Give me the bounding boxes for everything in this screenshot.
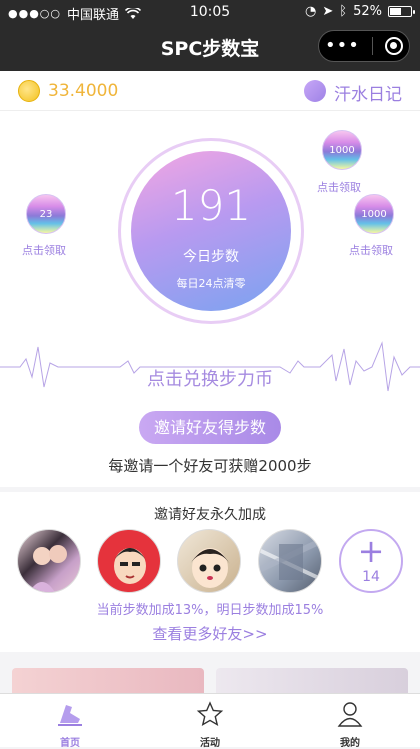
rotation-lock-icon: ◔	[305, 4, 317, 19]
step-ring[interactable]: 191 今日步数 每日24点清零	[118, 138, 304, 324]
status-bar: ●●●○○ 中国联通 10:05 ◔ ➤ ᛒ 52%	[0, 0, 420, 24]
step-panel: 191 今日步数 每日24点清零 1000 点击领取 23 点击领取 1000 …	[0, 111, 420, 487]
home-shoe-icon	[58, 705, 82, 726]
promo-cards	[0, 656, 420, 698]
friend-avatar[interactable]	[258, 529, 322, 593]
friends-title: 邀请好友永久加成	[154, 507, 266, 523]
more-icon[interactable]: •••	[325, 37, 360, 55]
claim-label[interactable]: 点击领取	[22, 242, 66, 258]
bluetooth-icon: ᛒ	[339, 4, 348, 19]
invite-button[interactable]: 邀请好友得步数	[139, 411, 281, 444]
friend-count: 14	[362, 569, 380, 585]
tab-bar: 首页 活动 我的	[0, 693, 420, 749]
location-icon: ➤	[322, 4, 334, 19]
tab-profile[interactable]: 我的	[280, 694, 420, 749]
battery-percent: 52%	[353, 4, 382, 19]
mini-program-capsule: •••	[318, 30, 410, 62]
bonus-description: 当前步数加成13%，明日步数加成15%	[96, 603, 324, 618]
more-friends-button[interactable]: + 14	[339, 529, 403, 593]
sweat-diary-link[interactable]: 汗水日记	[334, 80, 402, 105]
user-icon	[337, 702, 363, 727]
diary-icon[interactable]	[304, 80, 326, 102]
close-miniprogram-icon[interactable]	[384, 37, 403, 55]
reset-note: 每日24点清零	[176, 277, 246, 290]
capsule-divider	[371, 37, 373, 55]
friend-avatar[interactable]	[97, 529, 161, 593]
friend-avatar[interactable]	[177, 529, 241, 593]
reward-bubble[interactable]: 1000	[354, 194, 394, 234]
star-icon	[196, 701, 224, 727]
reward-bubble[interactable]: 1000	[322, 130, 362, 170]
claim-label[interactable]: 点击领取	[349, 242, 393, 258]
coin-balance[interactable]: 33.4000	[48, 81, 118, 101]
coin-icon	[18, 80, 40, 102]
friends-panel: 邀请好友永久加成 + 14 当前步数加成13%，明日步数加成15% 查看更多好友…	[0, 492, 420, 652]
battery-icon	[388, 6, 415, 17]
reward-bubble[interactable]: 23	[26, 194, 66, 234]
balance-bar: 33.4000 汗水日记	[0, 71, 420, 111]
step-label: 今日步数	[183, 249, 239, 265]
top-bar: ●●●○○ 中国联通 10:05 ◔ ➤ ᛒ 52% SPC步数宝 •••	[0, 0, 420, 71]
step-circle: 191 今日步数 每日24点清零	[131, 151, 291, 311]
tab-home[interactable]: 首页	[0, 694, 140, 749]
step-count: 191	[170, 181, 252, 230]
view-more-friends-link[interactable]: 查看更多好友>>	[0, 623, 420, 644]
plus-icon: +	[357, 532, 385, 570]
tab-activity[interactable]: 活动	[140, 694, 280, 749]
friend-avatar[interactable]	[17, 529, 81, 593]
invite-description: 每邀请一个好友可获赠2000步	[108, 457, 312, 475]
claim-label[interactable]: 点击领取	[317, 179, 361, 195]
exchange-link[interactable]: 点击兑换步力币	[0, 365, 420, 391]
